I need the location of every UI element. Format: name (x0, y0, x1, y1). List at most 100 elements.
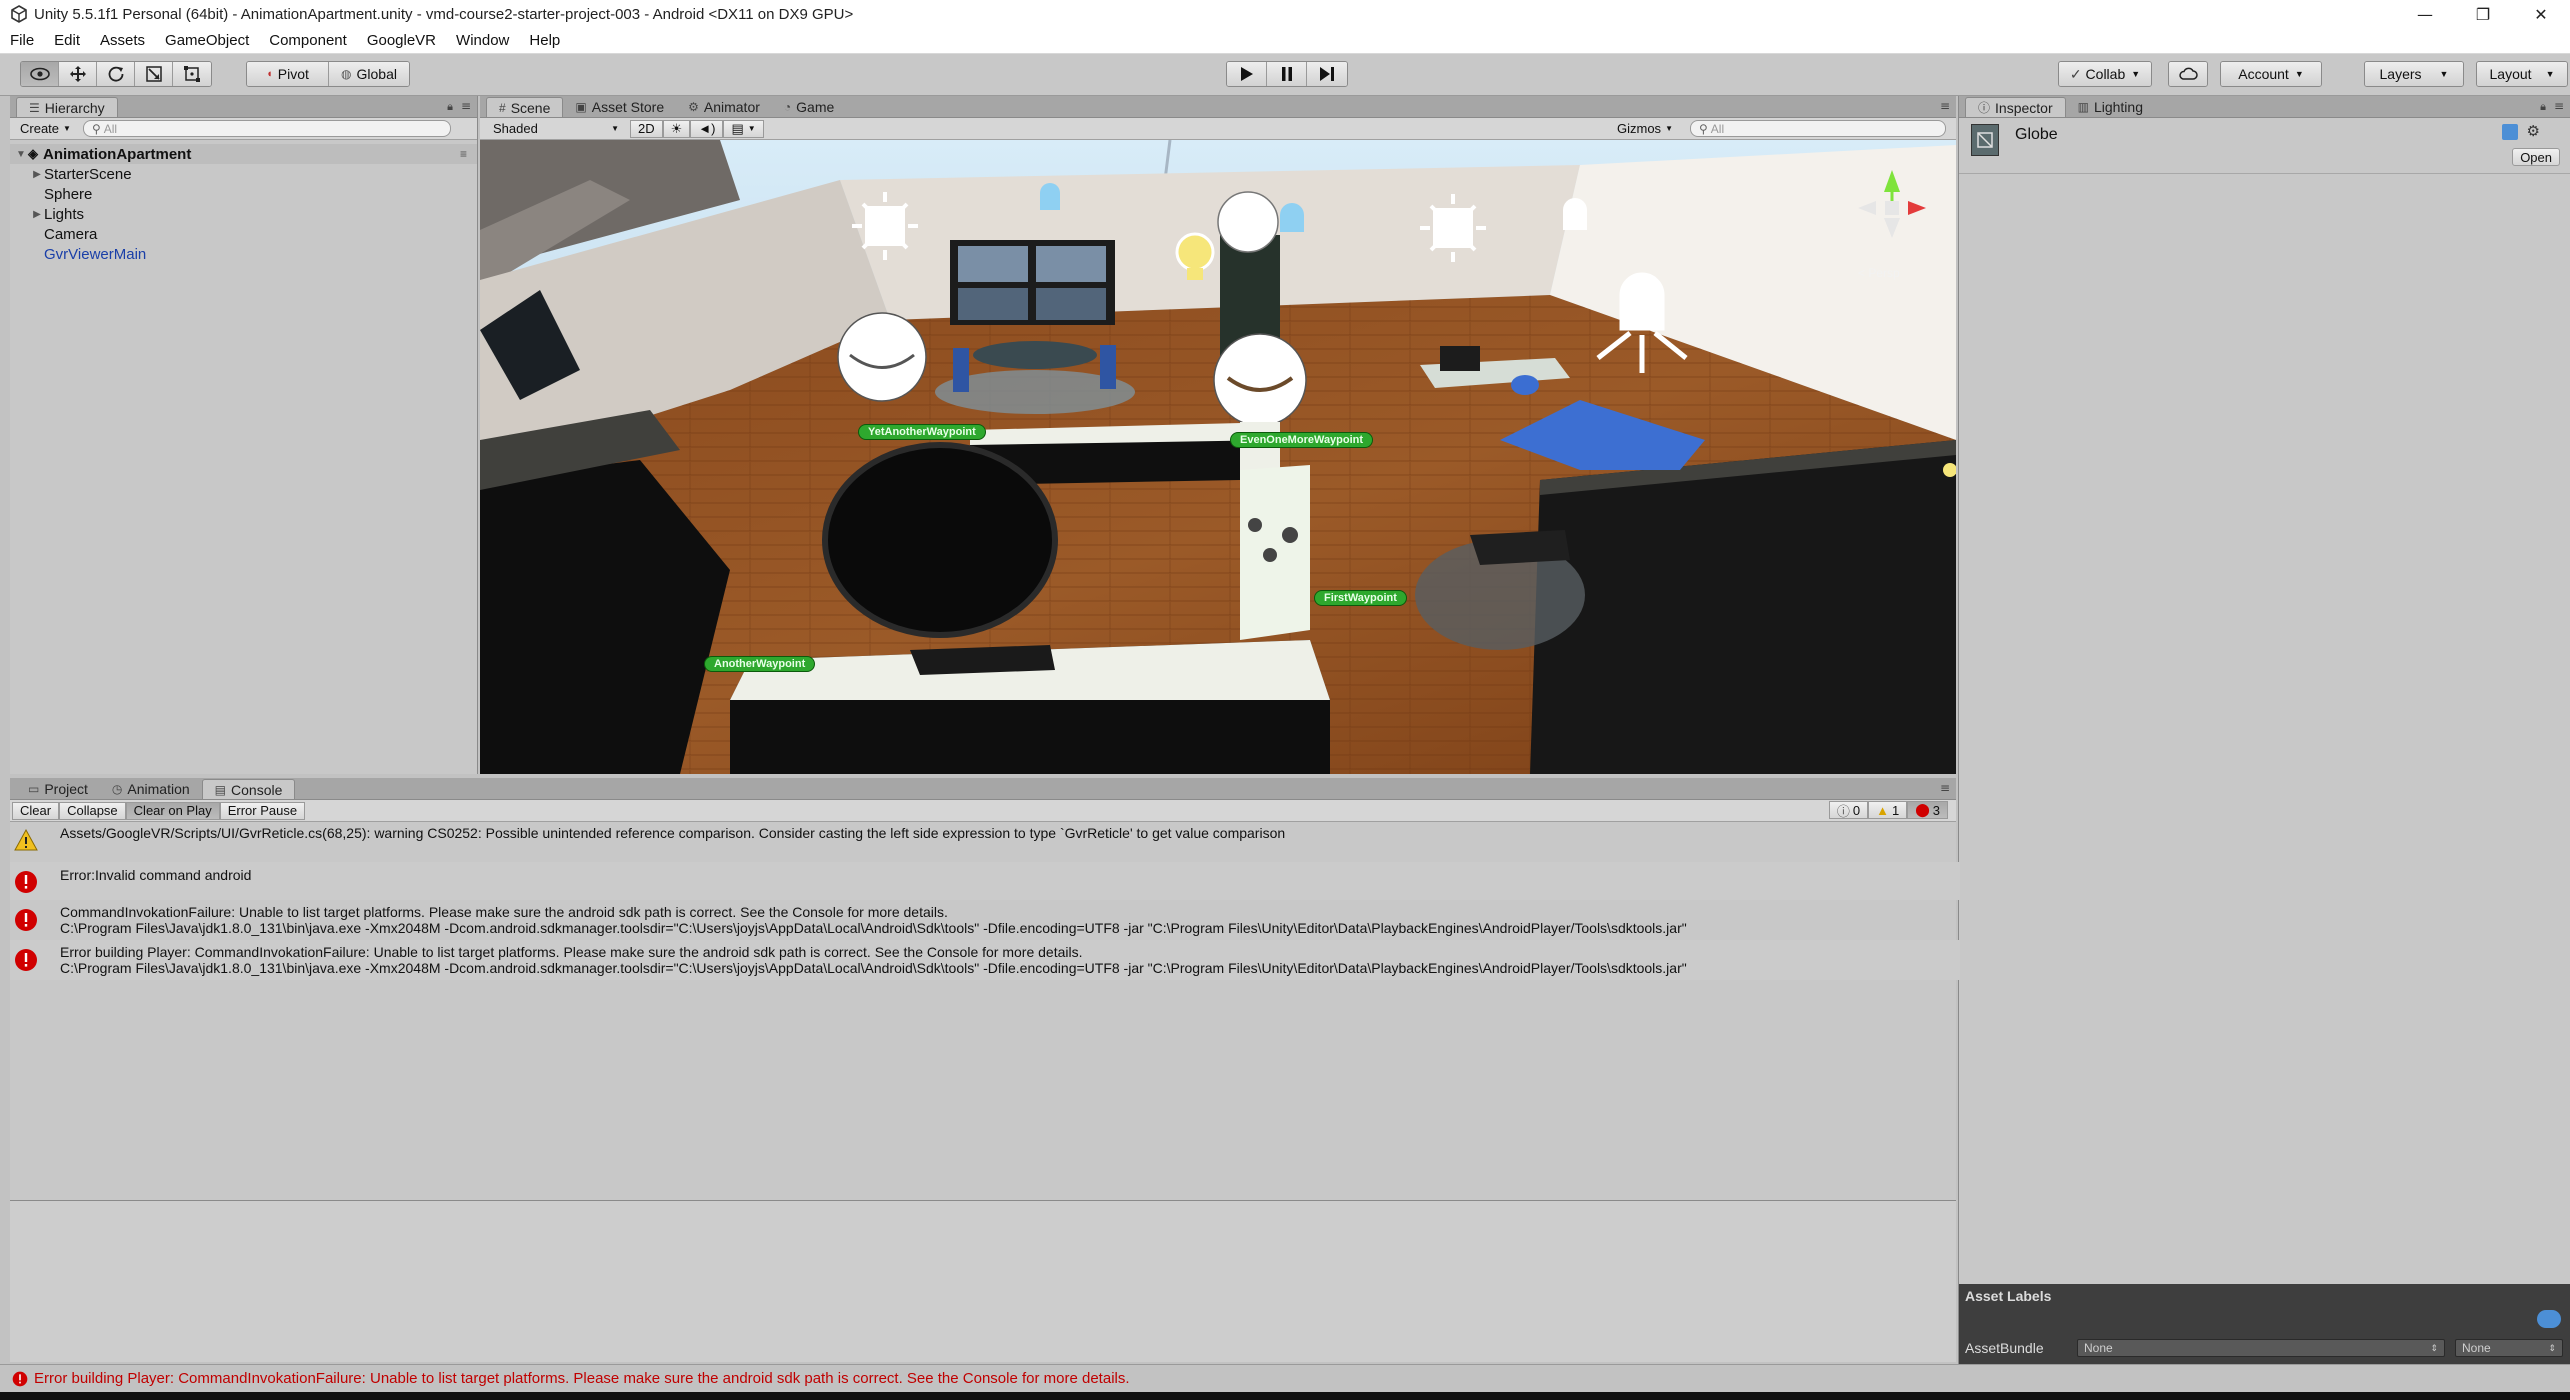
collab-dropdown[interactable]: ✓ Collab ▼ (2058, 61, 2152, 87)
status-bar[interactable]: Error building Player: CommandInvokation… (0, 1364, 2570, 1392)
tab-animator[interactable]: ⚙ Animator (676, 97, 772, 117)
persp-label[interactable]: < Persp (1858, 266, 1900, 280)
clear-on-play-toggle[interactable]: Clear on Play (125, 801, 220, 820)
asset-bundle-variant-value: None (2462, 1341, 2491, 1355)
tab-lighting-label: Lighting (2093, 99, 2143, 115)
pause-button[interactable] (1267, 62, 1307, 86)
rect-tool-icon[interactable] (173, 62, 211, 86)
error-count-toggle[interactable]: ⬤ 3 (1907, 801, 1948, 819)
scene-search-input[interactable]: ⚲ All (1690, 120, 1946, 137)
folder-icon: ▭ (28, 782, 40, 796)
create-dropdown[interactable]: Create ▼ (16, 120, 75, 138)
collapsed-arrow-icon[interactable]: ▶ (30, 209, 44, 220)
tab-game[interactable]: ◔ Game (772, 97, 846, 117)
waypoint-label-yetanother[interactable]: YetAnotherWaypoint (858, 424, 986, 440)
chevron-down-icon: ▼ (2545, 69, 2555, 79)
cloud-button[interactable] (2168, 61, 2208, 87)
tab-lighting[interactable]: ▥ Lighting (2066, 97, 2155, 117)
warning-count-toggle[interactable]: ▲ 1 (1868, 801, 1908, 819)
menu-window[interactable]: Window (456, 32, 509, 49)
step-button[interactable] (1307, 62, 1347, 86)
console-entry-text: Error:Invalid command android (60, 867, 252, 883)
unity-scene-icon: ◈ (28, 146, 38, 161)
pivot-global-toggles: ◖ Pivot ◍ Global (246, 61, 410, 87)
asset-bundle-dropdown[interactable]: None ⇕ (2077, 1339, 2445, 1357)
layout-dropdown[interactable]: Layout ▼ (2476, 61, 2568, 87)
console-entry-error[interactable]: Error building Player: CommandInvokation… (10, 940, 1960, 980)
tab-hierarchy[interactable]: ☰ Hierarchy (16, 97, 118, 117)
maximize-button[interactable]: ❐ (2454, 0, 2512, 28)
clear-button[interactable]: Clear (12, 801, 60, 820)
panel-menu-icon[interactable]: ≡ (1940, 99, 1950, 113)
tab-project[interactable]: ▭ Project (16, 779, 100, 799)
close-button[interactable]: ✕ (2512, 0, 2570, 28)
pause-icon (1281, 67, 1292, 81)
tab-inspector[interactable]: ⓘ Inspector (1965, 97, 2066, 117)
lighting-toggle[interactable]: ☀ (662, 119, 691, 138)
play-button[interactable] (1227, 62, 1267, 86)
waypoint-label-first[interactable]: FirstWaypoint (1314, 590, 1407, 606)
panel-menu-icon[interactable]: ≡ (2554, 99, 2564, 113)
asset-file-icon (1971, 124, 1999, 156)
hierarchy-search-input[interactable]: ⚲ All (82, 120, 451, 137)
view-tool-icon[interactable] (21, 62, 59, 86)
window-title: Unity 5.5.1f1 Personal (64bit) - Animati… (34, 5, 854, 23)
menu-help[interactable]: Help (529, 32, 560, 49)
open-button[interactable]: Open (2512, 148, 2560, 166)
move-tool-icon[interactable] (59, 62, 97, 86)
scene-menu-icon[interactable]: ≡ (460, 147, 467, 161)
console-entry-error[interactable]: Error:Invalid command android (10, 862, 1960, 900)
menu-component[interactable]: Component (269, 32, 347, 49)
global-button[interactable]: ◍ Global (329, 62, 409, 86)
global-label: Global (356, 66, 397, 82)
panel-menu-icon[interactable]: ≡ (1940, 781, 1950, 795)
tab-scene[interactable]: # Scene (486, 97, 564, 117)
scene-root-row[interactable]: ▼ ◈ AnimationApartment ≡ (10, 144, 477, 164)
tag-icon[interactable] (2537, 1310, 2561, 1328)
audio-toggle[interactable]: ◄) (690, 119, 724, 138)
menu-file[interactable]: File (10, 32, 34, 49)
gizmos-dropdown[interactable]: Gizmos ▼ (1610, 119, 1680, 137)
minimize-button[interactable]: — (2396, 0, 2454, 28)
lock-icon[interactable]: 🔒︎ (2540, 100, 2546, 114)
gear-icon[interactable]: ⚙ (2527, 122, 2540, 140)
error-pause-toggle[interactable]: Error Pause (219, 801, 306, 820)
asset-bundle-variant-dropdown[interactable]: None ⇕ (2455, 1339, 2563, 1357)
toggle-2d-button[interactable]: 2D (630, 119, 663, 138)
pivot-button[interactable]: ◖ Pivot (247, 62, 329, 86)
hierarchy-item-lights[interactable]: ▶ Lights (10, 204, 477, 224)
menu-googlevr[interactable]: GoogleVR (367, 32, 436, 49)
waypoint-label-another[interactable]: AnotherWaypoint (704, 656, 816, 672)
console-entry-error[interactable]: CommandInvokationFailure: Unable to list… (10, 900, 1960, 940)
tab-animation[interactable]: ◷ Animation (100, 779, 202, 799)
hierarchy-item-camera[interactable]: Camera (10, 224, 477, 244)
hierarchy-item-gvrviewermain[interactable]: GvrViewerMain (10, 244, 477, 264)
console-entry-warning[interactable]: Assets/GoogleVR/Scripts/UI/GvrReticle.cs… (10, 822, 1960, 862)
scene-viewport[interactable]: < Persp YetAnotherWaypoint EvenOneMoreWa… (480, 140, 1956, 774)
rotate-tool-icon[interactable] (97, 62, 135, 86)
chevron-down-icon: ▼ (611, 124, 619, 133)
warning-icon (14, 828, 38, 851)
log-count-toggle[interactable]: ⓘ 0 (1828, 801, 1869, 819)
menu-gameobject[interactable]: GameObject (165, 32, 249, 49)
collapse-button[interactable]: Collapse (59, 801, 126, 820)
tab-asset-store[interactable]: ▣ Asset Store (563, 97, 676, 117)
waypoint-label-evenonemore[interactable]: EvenOneMoreWaypoint (1230, 432, 1374, 448)
panel-menu-icon[interactable]: ≡ (461, 99, 471, 113)
scale-tool-icon[interactable] (135, 62, 173, 86)
effects-dropdown[interactable]: ▤ ▼ (723, 119, 764, 138)
asset-labels-section: Asset Labels AssetBundle None ⇕ None ⇕ (1959, 1284, 2570, 1364)
help-book-icon[interactable] (2502, 124, 2518, 140)
layers-dropdown[interactable]: Layers ▼ (2364, 61, 2464, 87)
shading-mode-dropdown[interactable]: Shaded ▼ (486, 120, 626, 138)
collapsed-arrow-icon[interactable]: ▶ (30, 169, 44, 180)
hierarchy-item-sphere[interactable]: Sphere (10, 184, 477, 204)
lock-icon[interactable]: 🔒︎ (447, 100, 453, 114)
account-dropdown[interactable]: Account ▼ (2220, 61, 2322, 87)
hierarchy-item-starterscene[interactable]: ▶ StarterScene (10, 164, 477, 184)
tab-console[interactable]: ▤ Console (201, 779, 296, 799)
menu-edit[interactable]: Edit (54, 32, 80, 49)
store-icon: ▣ (575, 100, 587, 114)
console-detail-area (10, 1201, 1956, 1362)
menu-assets[interactable]: Assets (100, 32, 145, 49)
